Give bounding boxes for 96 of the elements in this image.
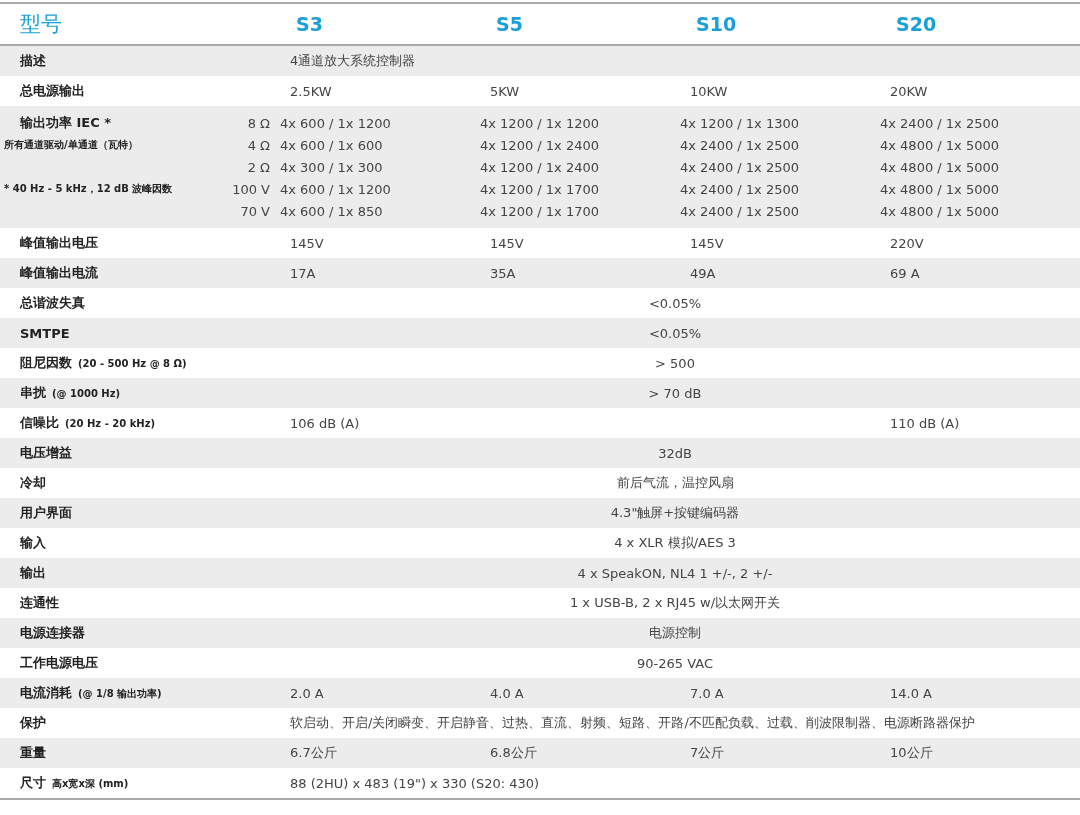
spec-value: 4x 4800 / 1x 5000 [879, 137, 1000, 153]
spec-value: <0.05% [648, 295, 702, 311]
spec-value: 4x 600 / 1x 1200 [279, 115, 392, 131]
spec-value: 4通道放大系统控制器 [289, 52, 417, 70]
load-label: 8 Ω [246, 115, 270, 131]
load-label: 70 V [239, 203, 270, 219]
spec-value: 7.0 A [689, 685, 725, 701]
spec-value: 4x 2400 / 1x 2500 [679, 137, 800, 153]
row-label: 描述 [20, 52, 46, 70]
label-note: (@ 1/8 输出功率) [78, 687, 162, 701]
spec-value: 4 x SpeakON, NL4 1 +/-, 2 +/- [577, 565, 773, 581]
row-label: 总谐波失真 [20, 294, 85, 312]
spec-value: 4x 2400 / 1x 2500 [679, 159, 800, 175]
label-note: (20 - 500 Hz @ 8 Ω) [78, 358, 187, 369]
spec-value: 4x 2400 / 1x 2500 [679, 203, 800, 219]
spec-value: 4x 1200 / 1x 2400 [479, 137, 600, 153]
spec-value: 4x 4800 / 1x 5000 [879, 203, 1000, 219]
spec-value: 32dB [658, 445, 692, 461]
column-header: S10 [695, 13, 738, 35]
spec-value: 10公斤 [889, 744, 934, 762]
row-label: 连通性 [20, 594, 59, 612]
spec-value: 4x 1200 / 1x 2400 [479, 159, 600, 175]
spec-value: 2.5KW [289, 83, 333, 99]
row-label: 信噪比 [20, 414, 59, 432]
load-label: 2 Ω [246, 159, 270, 175]
spec-value: 17A [289, 265, 317, 281]
label-note: 所有通道驱动/单通道（瓦特） [3, 138, 139, 152]
load-label: 4 Ω [246, 137, 270, 153]
spec-value: 4x 1200 / 1x 1700 [479, 203, 600, 219]
spec-value: 145V [689, 235, 725, 251]
row-label: 阻尼因数 [20, 354, 72, 372]
spec-value: 1 x USB-B, 2 x RJ45 w/以太网开关 [569, 595, 781, 610]
row-label: 用户界面 [20, 504, 72, 522]
row-label: 总电源输出 [20, 82, 85, 100]
spec-value: 145V [289, 235, 325, 251]
label-note: * 40 Hz - 5 kHz，12 dB 波峰因数 [3, 182, 174, 196]
row-label: 电流消耗 [20, 684, 72, 702]
row-label: 电源连接器 [20, 624, 85, 642]
spec-value: 90-265 VAC [637, 655, 713, 671]
spec-value: 4x 600 / 1x 850 [279, 203, 384, 219]
label-note: 高x宽x深 (mm) [52, 777, 129, 791]
spec-value: 4.0 A [489, 685, 525, 701]
row-label: 保护 [20, 714, 46, 732]
spec-value: 220V [889, 235, 925, 251]
spec-value: 49A [689, 265, 717, 281]
spec-value: 4x 4800 / 1x 5000 [879, 159, 1000, 175]
spec-value: 4x 1200 / 1x 1700 [479, 181, 600, 197]
spec-value: 6.7公斤 [289, 744, 338, 762]
spec-value: 10KW [689, 83, 729, 99]
spec-value: 6.8公斤 [489, 744, 538, 762]
spec-value: 145V [489, 235, 525, 251]
column-header: S20 [895, 13, 938, 35]
spec-value: 7公斤 [689, 744, 726, 762]
spec-value: 4x 600 / 1x 600 [279, 137, 384, 153]
spec-value: > 70 dB [648, 385, 702, 401]
spec-value: 4x 300 / 1x 300 [279, 159, 384, 175]
column-header: S3 [295, 13, 324, 35]
row-label: 输入 [20, 534, 46, 552]
spec-value: 106 dB (A) [289, 415, 361, 431]
row-label: 输出功率 IEC * [19, 114, 113, 132]
row-label: 工作电源电压 [20, 654, 98, 672]
spec-value: 4x 1200 / 1x 1300 [679, 115, 800, 131]
row-label: 冷却 [20, 474, 46, 492]
table-title: 型号 [19, 11, 63, 38]
spec-value: 4x 4800 / 1x 5000 [879, 181, 1000, 197]
spec-value: 4.3"触屏+按键编码器 [610, 505, 740, 520]
spec-value: 14.0 A [889, 685, 933, 701]
spec-value: 88 (2HU) x 483 (19") x 330 (S20: 430) [289, 775, 541, 791]
label-note: (@ 1000 Hz) [52, 388, 121, 399]
row-label: 峰值输出电压 [20, 234, 98, 252]
spec-value: <0.05% [648, 325, 702, 341]
spec-value: 5KW [489, 83, 521, 99]
spec-value: 110 dB (A) [889, 415, 961, 431]
spec-value: 软启动、开启/关闭瞬变、开启静音、过热、直流、射频、短路、开路/不匹配负载、过载、削波限制器、电源断路器保护 [289, 714, 976, 732]
spec-value: 20KW [889, 83, 929, 99]
row-label: 输出 [20, 564, 46, 582]
spec-value: 电源控制 [649, 625, 701, 640]
spec-value: 4 x XLR 模拟/AES 3 [614, 535, 736, 550]
spec-value: 4x 2400 / 1x 2500 [879, 115, 1000, 131]
spec-value: 69 A [889, 265, 921, 281]
row-label: 串扰 [20, 384, 46, 402]
load-label: 100 V [231, 181, 270, 197]
spec-value: 4x 600 / 1x 1200 [279, 181, 392, 197]
label-note: (20 Hz - 20 kHz) [65, 418, 156, 429]
row-label: 重量 [20, 744, 46, 762]
row-label: SMTPE [20, 325, 70, 341]
row-label: 峰值输出电流 [20, 264, 98, 282]
spec-value: > 500 [655, 355, 695, 371]
spec-value: 2.0 A [289, 685, 325, 701]
spec-value: 4x 1200 / 1x 1200 [479, 115, 600, 131]
row-label: 尺寸 [20, 774, 46, 792]
row-label: 电压增益 [20, 444, 72, 462]
spec-value: 4x 2400 / 1x 2500 [679, 181, 800, 197]
spec-value: 35A [489, 265, 517, 281]
column-header: S5 [495, 13, 524, 35]
spec-value: 前后气流，温控风扇 [616, 475, 734, 490]
